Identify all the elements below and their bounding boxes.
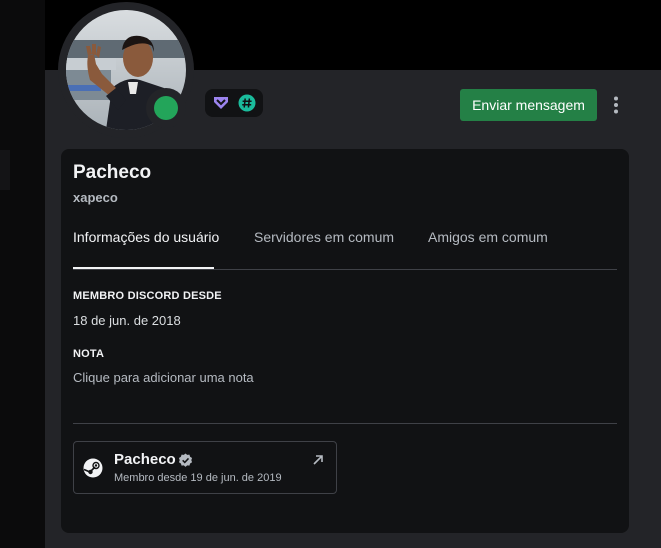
badge-list: [205, 89, 263, 117]
background-shape: [0, 150, 10, 190]
username[interactable]: xapeco: [73, 190, 118, 205]
note-input[interactable]: Clique para adicionar uma nota: [73, 370, 254, 385]
tabs-divider: [73, 269, 617, 270]
section-divider: [73, 423, 617, 424]
member-since-value: 18 de jun. de 2018: [73, 313, 181, 328]
more-options-button[interactable]: [606, 93, 626, 117]
tab-mutual-servers[interactable]: Servidores em comum: [254, 229, 394, 259]
profile-tabs: Informações do usuário Servidores em com…: [73, 229, 617, 270]
tab-mutual-friends[interactable]: Amigos em comum: [428, 229, 548, 259]
hashtag-icon[interactable]: [238, 94, 256, 112]
connected-account-card[interactable]: Pacheco Membro desde 19 de jun. de 2019: [73, 441, 337, 494]
hypesquad-icon[interactable]: [212, 94, 230, 112]
display-name: Pacheco: [73, 162, 152, 183]
note-title: NOTA: [73, 348, 105, 360]
vertical-ellipsis-icon: [614, 96, 618, 114]
member-since-title: MEMBRO DISCORD DESDE: [73, 290, 222, 302]
connection-account-name: Pacheco: [114, 451, 176, 468]
avatar-container: [58, 2, 194, 138]
external-link-icon[interactable]: [312, 454, 324, 466]
status-indicator: [146, 88, 186, 128]
profile-body: Pacheco xapeco Informações do usuário Se…: [61, 149, 629, 533]
verified-icon: [178, 453, 193, 467]
steam-icon: [83, 458, 103, 478]
online-status-dot: [154, 96, 178, 120]
send-message-button[interactable]: Enviar mensagem: [460, 89, 597, 121]
background-panel: [0, 0, 45, 548]
tab-user-info[interactable]: Informações do usuário: [73, 229, 219, 259]
connection-member-since: Membro desde 19 de jun. de 2019: [114, 472, 282, 484]
